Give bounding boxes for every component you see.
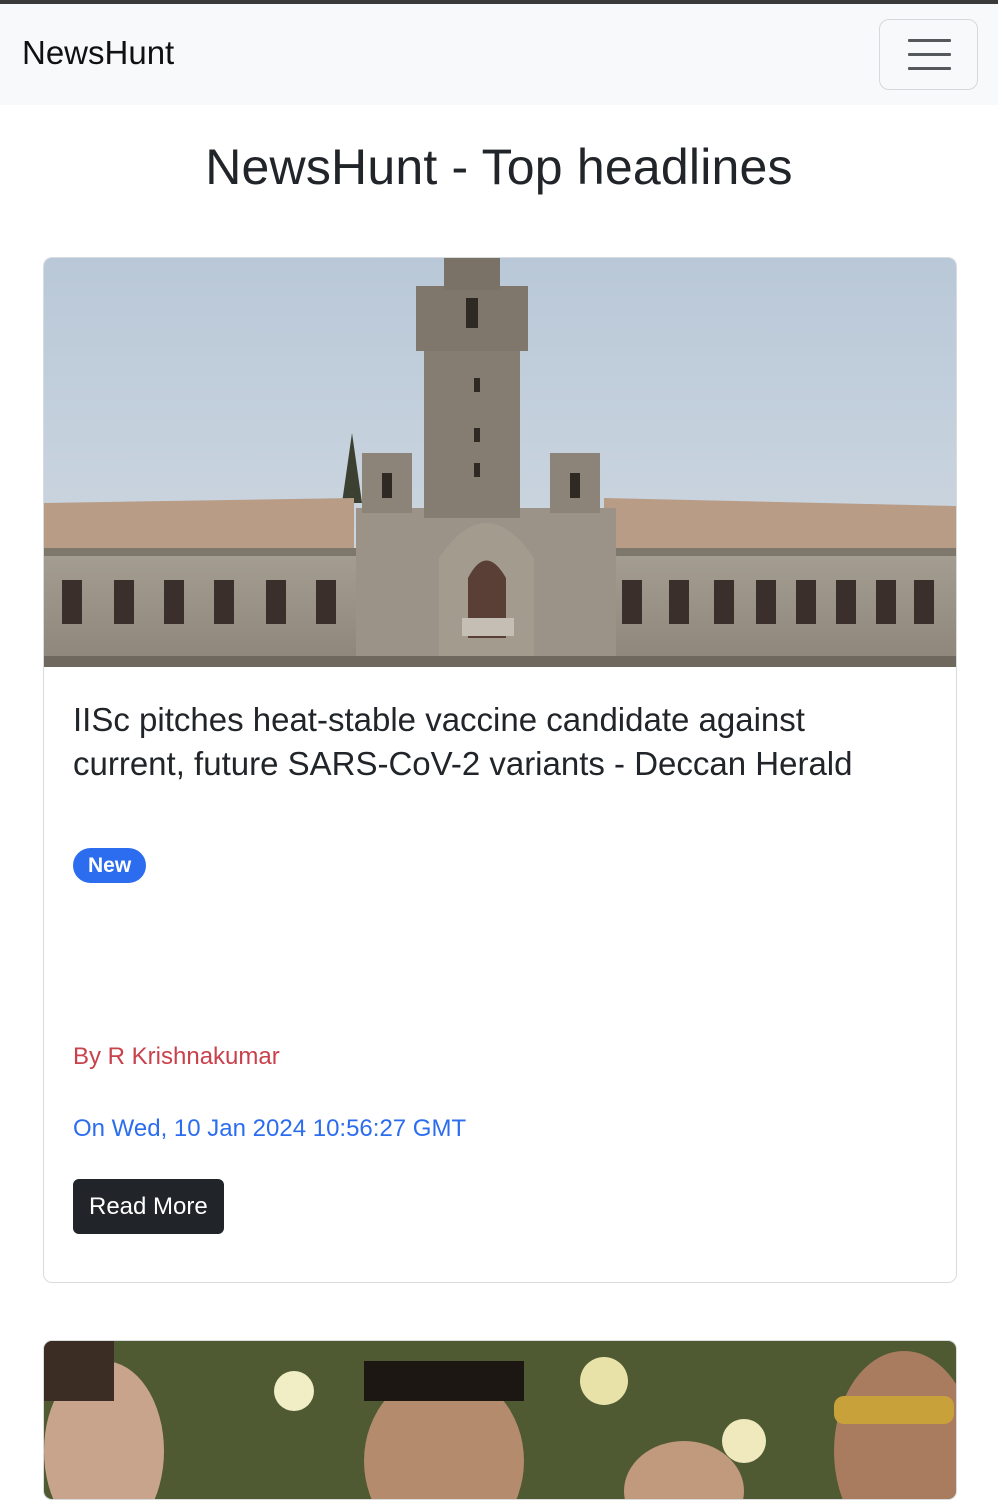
article-image[interactable] — [44, 1341, 956, 1500]
article-date: On Wed, 10 Jan 2024 10:56:27 GMT — [73, 1115, 467, 1142]
read-more-button[interactable]: Read More — [73, 1179, 224, 1234]
news-card: IISc pitches heat-stable vaccine candida… — [43, 257, 957, 1283]
article-title: IISc pitches heat-stable vaccine candida… — [73, 701, 853, 782]
article-image[interactable] — [44, 258, 956, 667]
news-card — [43, 1340, 957, 1500]
article-author: By R Krishnakumar — [73, 1043, 280, 1070]
navbar: NewsHunt — [0, 4, 998, 105]
page-title: NewsHunt - Top headlines — [205, 139, 793, 195]
navbar-toggler-button[interactable] — [879, 19, 978, 90]
navbar-brand[interactable]: NewsHunt — [22, 34, 174, 72]
new-badge: New — [73, 848, 147, 883]
